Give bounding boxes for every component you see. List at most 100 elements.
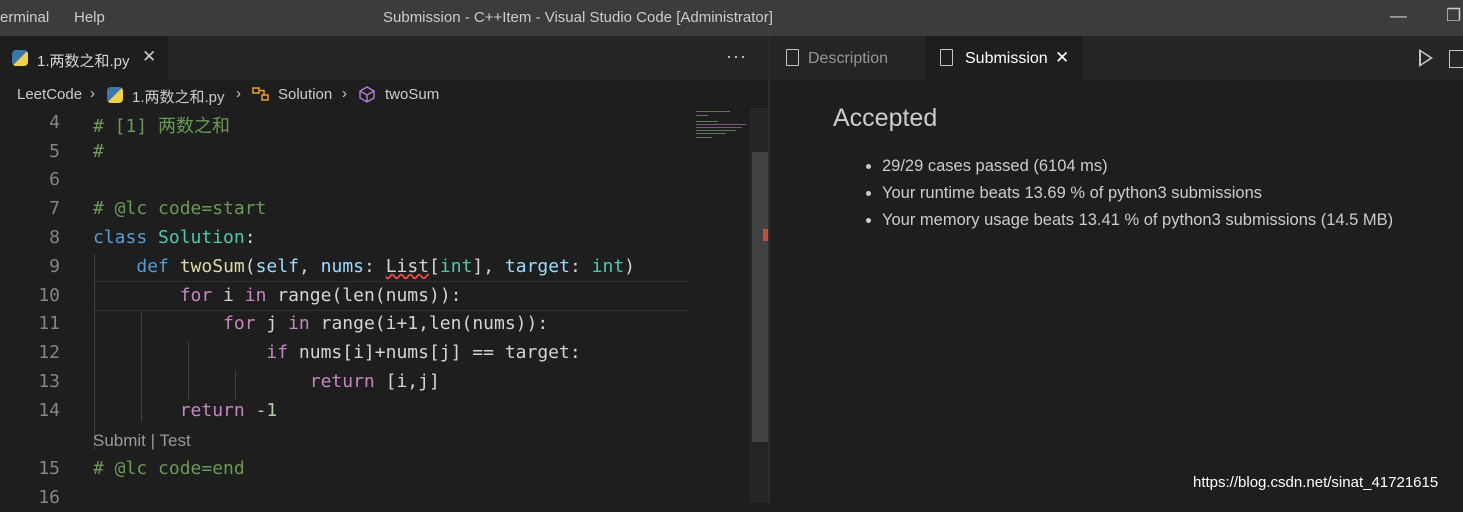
file-icon [940,49,953,66]
line-number: 15 [38,458,60,479]
test-codelens-link[interactable]: Test [159,431,190,450]
menu-help[interactable]: Help [74,9,105,26]
code-text: for j in range(i+1,len(nums)): [93,313,548,334]
tab-python-file[interactable]: 1.两数之和.py ✕ [0,36,168,80]
keyword-for: for [179,285,213,306]
code-line: 8 class Solution: [0,223,688,252]
minimize-button[interactable]: — [1390,6,1407,26]
class-icon [252,87,269,101]
tab-submission-label: Submission [965,50,1048,67]
breadcrumb-method[interactable]: twoSum [385,86,439,103]
keyword-return: return [309,371,375,392]
punctuation: ( [244,256,256,277]
param-nums: nums [320,256,364,277]
menu-terminal[interactable]: erminal [0,9,49,26]
python-file-icon [107,87,123,103]
type-list: List [385,256,430,277]
minimap-line [696,115,708,116]
codelens-separator: | [145,431,160,450]
close-icon[interactable]: ✕ [142,47,156,67]
code-number: -1 [244,400,278,421]
code-line: 14 return -1 [0,396,688,425]
tab-submission[interactable]: Submission ✕ [926,36,1082,80]
file-icon [786,49,799,66]
editor-tab-bar-right: Description Submission ✕ [770,36,1463,80]
code-line: 13 return [i,j] [0,367,688,396]
breadcrumb-file[interactable]: 1.两数之和.py [132,86,225,107]
line-number: 13 [38,371,60,392]
code-text: # [93,141,104,162]
code-line: 10 for i in range(len(nums)): [0,281,688,310]
line-number: 5 [49,141,60,162]
code-expr: [i,j] [374,371,440,392]
line-number: 4 [49,112,60,133]
chevron-right-icon: › [236,85,241,102]
code-line: 12 if nums[i]+nums[j] == target: [0,338,688,367]
punctuation: [ [429,256,440,277]
code-line: 5 # [0,137,688,166]
keyword-in: in [244,285,267,306]
minimap-line [696,130,736,131]
keyword-class: class [93,227,148,248]
minimap-line [696,137,712,138]
line-number: 10 [38,285,60,306]
list-item: Your memory usage beats 13.41 % of pytho… [882,208,1393,235]
code-text: # [1] 两数之和 [93,116,231,137]
code-text: class Solution: [93,227,256,248]
restore-button[interactable]: ❐ [1446,6,1461,26]
code-text: def twoSum(self, nums: List[int], target… [93,256,635,277]
line-number: 6 [49,169,60,190]
code-line: 16 [0,483,688,512]
punctuation: : [569,256,592,277]
line-number: 7 [49,198,60,219]
keyword-def: def [136,256,169,277]
code-expr: nums[i]+nums[j] == target: [288,342,581,363]
code-line: 15 # @lc code=end [0,454,688,483]
breadcrumb-class[interactable]: Solution [278,86,332,103]
breadcrumb-root[interactable]: LeetCode [17,86,82,103]
title-bar: erminal Help Submission - C++Item - Visu… [0,0,1463,36]
keyword-in: in [288,313,310,334]
submit-codelens-link[interactable]: Submit [93,431,146,450]
minimap-line [696,121,718,122]
codelens-actions: Submit | Test [93,431,191,451]
tab-description-label: Description [808,50,889,67]
line-number: 11 [38,313,60,334]
punctuation: : [244,227,256,248]
punctuation: , [298,256,321,277]
run-icon[interactable] [1419,49,1433,67]
code-text: for i in range(len(nums)): [93,285,462,306]
punctuation: : [364,256,386,277]
editor-tab-bar-left: 1.两数之和.py ✕ ··· [0,36,768,80]
minimap-line [696,111,730,112]
tab-description[interactable]: Description [770,36,926,80]
code-expr: range(len(nums)): [266,285,462,306]
code-var: j [255,313,289,334]
submission-status: Accepted [833,104,938,132]
close-icon[interactable]: ✕ [1055,48,1069,68]
line-number: 8 [49,227,60,248]
code-editor[interactable]: 4 # [1] 两数之和 5 # 6 7 # @lc code=start 8 … [0,108,688,508]
punctuation: ], [472,256,505,277]
minimap-line [696,133,726,134]
split-editor-icon[interactable] [1449,50,1463,68]
minimap-line [696,124,746,125]
result-list: 29/29 cases passed (6104 ms) Your runtim… [862,154,1393,235]
code-text: return -1 [93,400,278,421]
minimap[interactable] [688,108,750,503]
keyword-return: return [179,400,245,421]
line-number: 9 [49,256,60,277]
more-actions-icon[interactable]: ··· [726,46,747,67]
list-item: Your runtime beats 13.69 % of python3 su… [882,181,1393,208]
keyword-for: for [223,313,256,334]
scrollbar-thumb[interactable] [752,152,768,442]
keyword-if: if [266,342,289,363]
param-target: target [504,256,570,277]
punctuation: ) [624,256,635,277]
code-line: 6 [0,165,688,194]
tab-label: 1.两数之和.py [37,53,130,70]
code-expr: range(i+1,len(nums)): [309,313,549,334]
code-text: if nums[i]+nums[j] == target: [93,342,581,363]
minimap-line [696,127,742,128]
code-var: i [212,285,245,306]
